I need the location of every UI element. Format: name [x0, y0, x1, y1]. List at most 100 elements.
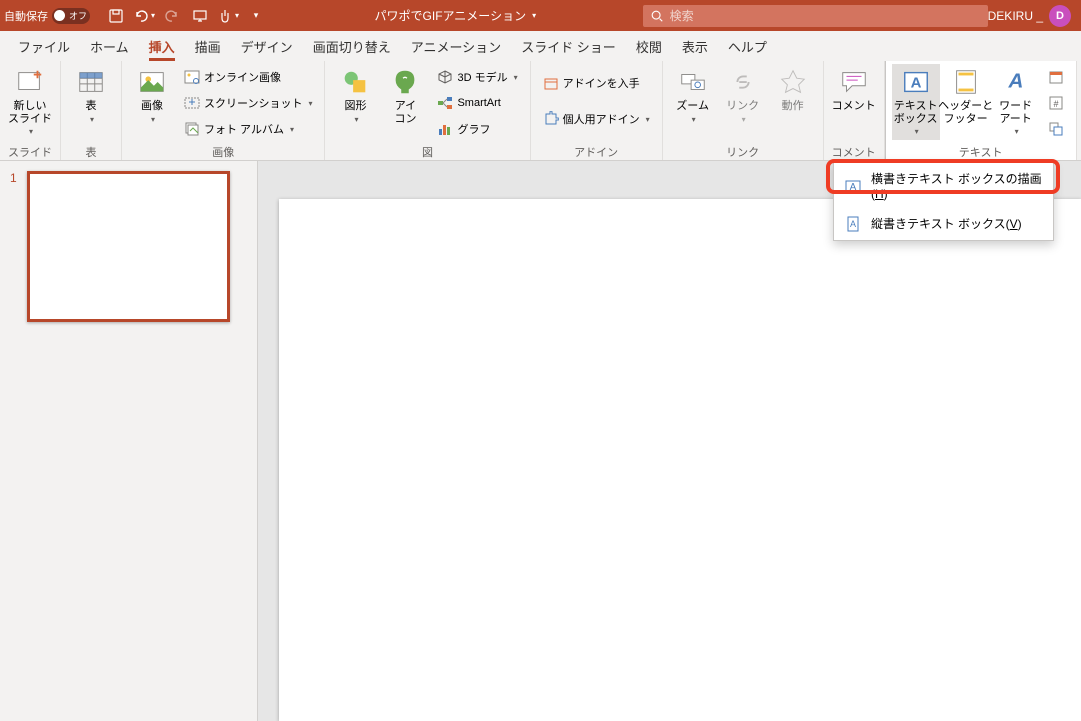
screenshot-button[interactable]: スクリーンショット▾	[180, 92, 316, 114]
group-addins-label: アドイン	[574, 144, 618, 160]
draw-horizontal-text-box[interactable]: A 横書きテキスト ボックスの描画(H)	[835, 163, 1052, 208]
tab-animations[interactable]: アニメーション	[401, 31, 511, 61]
date-time-button[interactable]	[1044, 66, 1068, 88]
online-pictures-button[interactable]: オンライン画像	[180, 66, 316, 88]
ribbon-tabs: ファイル ホーム 挿入 描画 デザイン 画面切り替え アニメーション スライド …	[0, 31, 1081, 61]
vertical-text-box[interactable]: A 縦書きテキスト ボックス(V)	[835, 208, 1052, 239]
wordart-label: ワード アート	[999, 100, 1032, 125]
text-box-button[interactable]: A テキスト ボックス▾	[892, 64, 940, 140]
horizontal-text-label: 横書きテキスト ボックスの描画(H)	[871, 170, 1042, 201]
present-icon	[192, 8, 208, 24]
from-beginning-button[interactable]	[188, 4, 212, 28]
tab-design[interactable]: デザイン	[231, 31, 303, 61]
tab-review[interactable]: 校閲	[626, 31, 672, 61]
save-button[interactable]	[104, 4, 128, 28]
undo-button[interactable]: ▾	[132, 4, 156, 28]
shapes-label: 図形	[344, 100, 366, 113]
search-box[interactable]	[643, 5, 988, 27]
svg-text:A: A	[850, 182, 857, 193]
redo-icon	[164, 8, 180, 24]
tab-slideshow[interactable]: スライド ショー	[511, 31, 626, 61]
3d-models-button[interactable]: 3D モデル▾	[433, 66, 521, 88]
slide-canvas-area[interactable]	[258, 161, 1081, 721]
group-illustrations-label: 図	[422, 144, 433, 160]
wordart-button[interactable]: A ワード アート▾	[992, 64, 1040, 140]
new-slide-label: 新しい スライド	[8, 100, 52, 125]
smartart-button[interactable]: SmartArt	[433, 92, 521, 114]
zoom-button[interactable]: ズーム▾	[669, 64, 717, 140]
photo-album-button[interactable]: フォト アルバム▾	[180, 118, 316, 140]
title-right: DEKIRU _ D	[988, 5, 1077, 27]
smartart-icon	[437, 95, 453, 111]
get-addins-button[interactable]: アドインを入手	[539, 72, 654, 94]
icons-button[interactable]: アイ コン	[381, 64, 429, 140]
text-box-icon: A	[900, 66, 932, 98]
group-images-label: 画像	[212, 144, 234, 160]
tab-help[interactable]: ヘルプ	[718, 31, 777, 61]
slide-number-button[interactable]: #	[1044, 92, 1068, 114]
group-symbols: Ω 記号と 特殊文字▾	[1077, 61, 1081, 160]
cube-icon	[437, 69, 453, 85]
table-label: 表	[86, 100, 97, 113]
pictures-label: 画像	[141, 100, 163, 113]
group-tables-label: 表	[86, 144, 97, 160]
comment-button[interactable]: コメント	[830, 64, 878, 140]
group-slides: 新しい スライド▾ スライド	[0, 61, 61, 160]
object-button[interactable]	[1044, 118, 1068, 140]
chart-button[interactable]: グラフ	[433, 118, 521, 140]
quick-access-toolbar: ▾ ▾ ▾	[104, 4, 268, 28]
thumbnail-1-wrap[interactable]: 1	[10, 171, 257, 322]
search-input[interactable]	[670, 9, 981, 23]
autosave-area: 自動保存 オフ	[4, 8, 90, 24]
svg-text:A: A	[850, 219, 856, 229]
tab-draw[interactable]: 描画	[185, 31, 231, 61]
slide-thumbnails-panel[interactable]: 1	[0, 161, 258, 721]
tab-transitions[interactable]: 画面切り替え	[303, 31, 401, 61]
screenshot-label: スクリーンショット	[204, 95, 302, 111]
header-footer-label: ヘッダーと フッター	[938, 100, 993, 125]
store-icon	[543, 75, 559, 91]
account-area[interactable]: DEKIRU _ D	[988, 5, 1071, 27]
tab-insert[interactable]: 挿入	[139, 31, 185, 61]
text-box-label: テキスト ボックス	[894, 100, 938, 125]
tab-view[interactable]: 表示	[672, 31, 718, 61]
my-addins-button[interactable]: 個人用アドイン▾	[539, 108, 654, 130]
slide-thumbnail-1[interactable]	[27, 171, 230, 322]
autosave-state: オフ	[69, 9, 87, 22]
vertical-text-label: 縦書きテキスト ボックス(V)	[871, 215, 1022, 232]
tab-file[interactable]: ファイル	[8, 31, 80, 61]
redo-button[interactable]	[160, 4, 184, 28]
group-tables: 表▾ 表	[61, 61, 122, 160]
customize-qat-button[interactable]: ▾	[244, 4, 268, 28]
comment-icon	[838, 66, 870, 98]
pictures-icon	[136, 66, 168, 98]
link-icon	[727, 66, 759, 98]
group-illustrations: 図形▾ アイ コン 3D モデル▾ SmartArt グラフ 図	[325, 61, 530, 160]
pictures-button[interactable]: 画像▾	[128, 64, 176, 140]
group-images: 画像▾ オンライン画像 スクリーンショット▾ フォト アルバム▾ 画像	[122, 61, 325, 160]
action-button[interactable]: 動作	[769, 64, 817, 140]
table-button[interactable]: 表▾	[67, 64, 115, 140]
zoom-label: ズーム	[676, 100, 709, 113]
shapes-button[interactable]: 図形▾	[331, 64, 379, 140]
title-center: パワポでGIFアニメーション ▾	[268, 7, 643, 24]
group-slides-label: スライド	[8, 144, 52, 160]
touch-mode-button[interactable]: ▾	[216, 4, 240, 28]
title-dropdown-icon[interactable]: ▾	[532, 11, 536, 20]
group-links-label: リンク	[726, 144, 759, 160]
slide-canvas[interactable]	[279, 199, 1081, 721]
action-label: 動作	[782, 100, 804, 113]
ribbon: 新しい スライド▾ スライド 表▾ 表 画像▾ オンライン画像 スクリーンショッ…	[0, 61, 1081, 161]
online-pictures-icon	[184, 69, 200, 85]
svg-text:A: A	[1007, 70, 1023, 93]
my-addins-label: 個人用アドイン	[563, 111, 640, 127]
autosave-toggle[interactable]: オフ	[52, 8, 90, 24]
header-footer-icon	[950, 66, 982, 98]
smartart-label: SmartArt	[457, 97, 500, 109]
tab-home[interactable]: ホーム	[80, 31, 139, 61]
link-button[interactable]: リンク▾	[719, 64, 767, 140]
new-slide-button[interactable]: 新しい スライド▾	[6, 64, 54, 140]
header-footer-button[interactable]: ヘッダーと フッター	[942, 64, 990, 140]
table-icon	[75, 66, 107, 98]
touch-icon	[217, 8, 233, 24]
